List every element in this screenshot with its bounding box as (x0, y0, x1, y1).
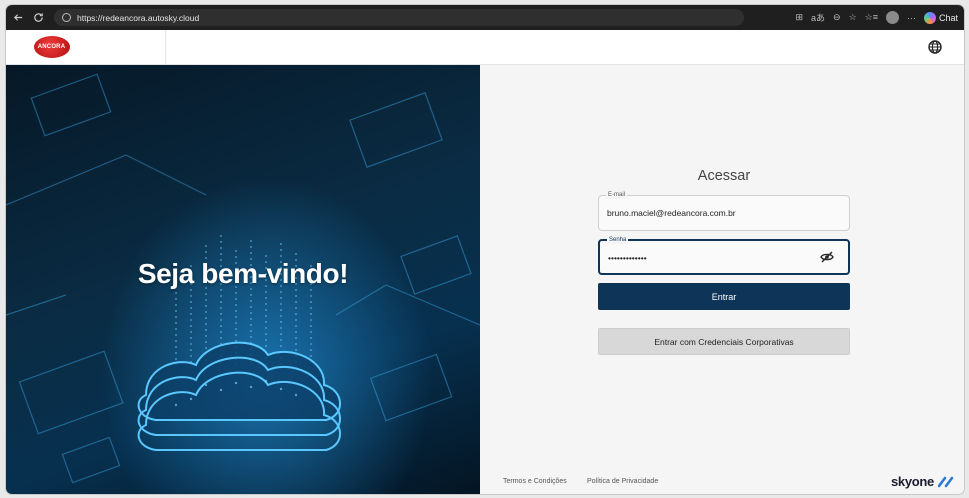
ancora-logo[interactable]: ANCORA (33, 36, 70, 58)
email-input[interactable] (607, 204, 807, 222)
globe-icon[interactable] (928, 40, 942, 54)
login-form: Acessar E-mail Senha Entrar Entrar com C… (598, 168, 850, 355)
chat-button[interactable]: Chat (923, 11, 958, 24)
welcome-heading: Seja bem-vindo! (137, 258, 349, 289)
brand-cell: ANCORA (6, 30, 166, 64)
skyone-mark-icon (938, 476, 954, 487)
hero-panel: Seja bem-vindo! (6, 65, 480, 494)
profile-avatar[interactable] (885, 11, 899, 24)
email-label: E-mail (606, 191, 628, 199)
panel-footer: Termos e Condições Política de Privacida… (480, 474, 964, 494)
copilot-icon (923, 11, 936, 24)
app-header: ANCORA (6, 30, 964, 65)
password-field[interactable]: Senha (598, 236, 850, 275)
email-field[interactable]: E-mail (598, 191, 850, 231)
reload-icon[interactable] (30, 10, 46, 26)
terms-link[interactable]: Termos e Condições (503, 478, 567, 485)
more-icon[interactable]: ··· (907, 13, 916, 23)
eye-off-icon[interactable] (820, 251, 834, 263)
back-icon[interactable] (10, 10, 26, 26)
browser-window: https://redeancora.autosky.cloud ⊞ aあ ⊖ … (6, 5, 964, 494)
grid-icon[interactable]: ⊞ (795, 12, 803, 23)
favorites-bar-icon[interactable]: ☆≡ (865, 12, 878, 23)
login-title: Acessar (697, 168, 751, 184)
skyone-logo: skyone (891, 474, 954, 489)
site-info-icon[interactable] (62, 13, 71, 22)
favorite-icon[interactable]: ☆ (849, 12, 857, 23)
read-aloud-icon[interactable]: aあ (811, 11, 825, 24)
chat-label: Chat (938, 12, 958, 23)
corporate-login-button[interactable]: Entrar com Credenciais Corporativas (598, 328, 850, 355)
login-button-label: Entrar (711, 291, 737, 302)
privacy-link[interactable]: Política de Privacidade (587, 478, 658, 485)
password-label: Senha (607, 236, 629, 244)
zoom-icon[interactable]: ⊖ (833, 12, 841, 23)
login-panel: Acessar E-mail Senha Entrar Entrar com C… (480, 65, 964, 494)
password-input[interactable] (608, 249, 808, 267)
brand-text: ANCORA (37, 44, 66, 50)
address-bar[interactable]: https://redeancora.autosky.cloud (54, 9, 744, 26)
corporate-login-label: Entrar com Credenciais Corporativas (654, 336, 794, 347)
login-button[interactable]: Entrar (598, 283, 850, 310)
browser-toolbar: https://redeancora.autosky.cloud ⊞ aあ ⊖ … (6, 5, 964, 30)
address-url: https://redeancora.autosky.cloud (77, 12, 200, 23)
skyone-brand: skyone (890, 474, 934, 489)
